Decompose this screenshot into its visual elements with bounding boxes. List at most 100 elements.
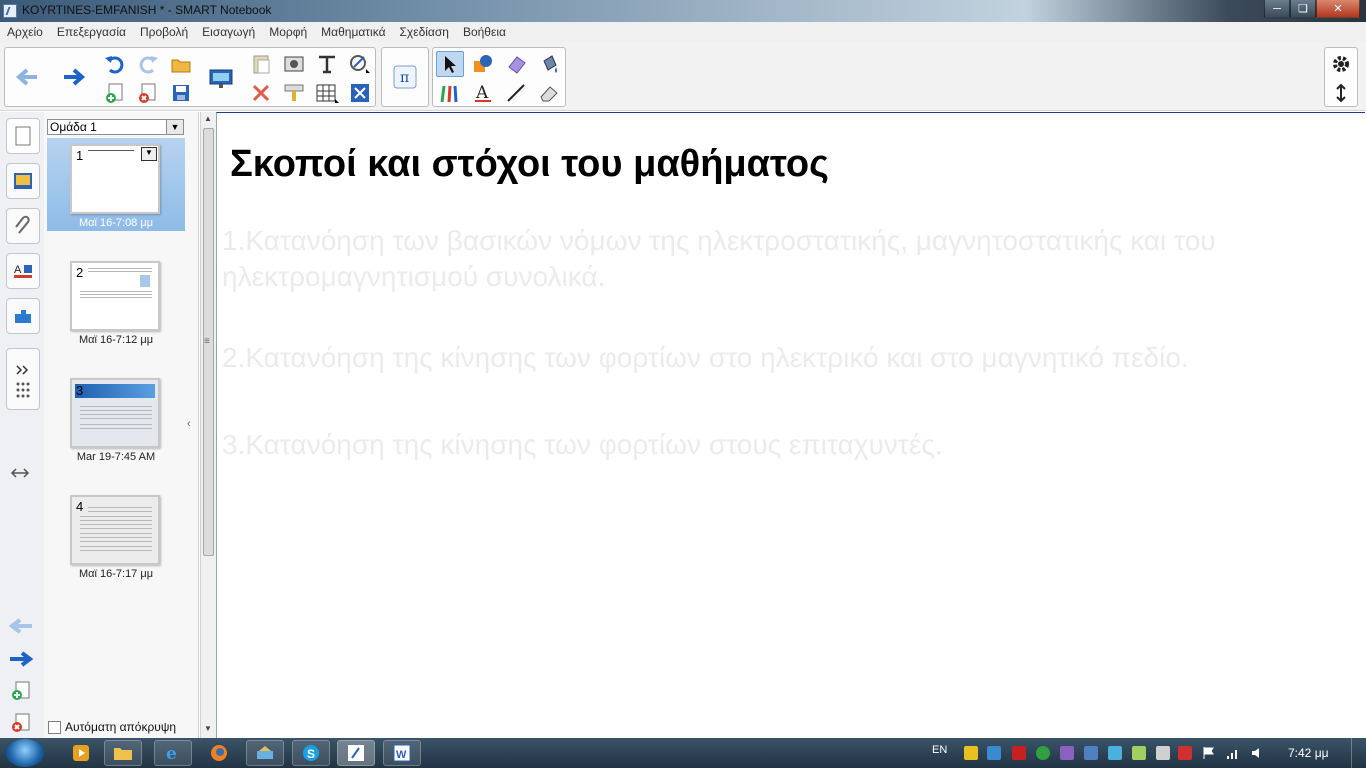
sorter-collapse-handle[interactable]: ‹ bbox=[187, 418, 191, 430]
toolbar-group-math: π bbox=[381, 47, 429, 107]
page-thumbnail[interactable]: 2 Μαϊ 16-7:12 μμ bbox=[47, 255, 185, 348]
page-thumbnail-image: 2 bbox=[70, 261, 160, 331]
firefox-icon[interactable] bbox=[200, 740, 238, 766]
properties-tab[interactable]: A bbox=[6, 253, 40, 289]
menu-format[interactable]: Μορφή bbox=[262, 25, 314, 39]
tray-app-icon[interactable] bbox=[1060, 746, 1074, 760]
slide-objective-1[interactable]: 1.Κατανόηση των βασικών νόμων της ηλεκτρ… bbox=[222, 223, 1352, 295]
toolbar-move-icon[interactable] bbox=[1327, 80, 1355, 106]
slide-canvas[interactable]: Σκοποί και στόχοι του μαθήματος 1.Κατανό… bbox=[216, 112, 1365, 739]
smart-notebook-icon[interactable] bbox=[337, 740, 375, 766]
menu-view[interactable]: Προβολή bbox=[133, 25, 195, 39]
page-thumbnail-image: 4 bbox=[70, 495, 160, 565]
paste-icon[interactable] bbox=[247, 51, 275, 77]
undo-icon[interactable] bbox=[101, 51, 129, 77]
magic-eraser-icon[interactable] bbox=[535, 80, 563, 106]
tray-monitor-icon[interactable] bbox=[1084, 746, 1098, 760]
delete-icon[interactable] bbox=[247, 80, 275, 106]
settings-gear-icon[interactable] bbox=[1327, 51, 1355, 77]
show-desktop-button[interactable] bbox=[1351, 738, 1366, 768]
text-a-icon[interactable]: A bbox=[469, 80, 497, 106]
dual-display-icon[interactable] bbox=[346, 80, 374, 106]
skype-icon[interactable]: S bbox=[292, 740, 330, 766]
tray-volume-icon[interactable] bbox=[1250, 746, 1264, 760]
delete-page-icon[interactable] bbox=[134, 80, 162, 106]
sidebar-add-page-icon[interactable] bbox=[10, 680, 32, 707]
internet-explorer-icon[interactable]: e bbox=[154, 740, 192, 766]
word-icon[interactable]: W bbox=[383, 740, 421, 766]
display-screen-icon[interactable] bbox=[207, 66, 235, 92]
page-sorter-tab[interactable] bbox=[6, 118, 40, 154]
tray-antivirus-icon[interactable] bbox=[1178, 746, 1192, 760]
tab-collapse-handle[interactable] bbox=[6, 348, 40, 410]
scroll-grip-icon: ≡ bbox=[204, 336, 210, 347]
shapes-icon[interactable] bbox=[469, 51, 497, 77]
tray-signal-icon[interactable] bbox=[1226, 746, 1240, 760]
sidebar-back-arrow-icon[interactable] bbox=[8, 616, 34, 641]
slide-objective-3[interactable]: 3.Κατανόηση της κίνησης των φορτίων στου… bbox=[222, 427, 1352, 463]
svg-text:e: e bbox=[166, 744, 177, 763]
maximize-button[interactable]: ❏ bbox=[1290, 0, 1316, 18]
thumbnail-menu-chevron-icon[interactable]: ▼ bbox=[141, 147, 157, 161]
screen-shade-icon[interactable] bbox=[280, 80, 308, 106]
clock[interactable]: 7:42 μμ bbox=[1288, 746, 1329, 760]
menu-math[interactable]: Μαθηματικά bbox=[314, 25, 392, 39]
new-page-icon[interactable] bbox=[101, 80, 129, 106]
math-pi-icon[interactable]: π bbox=[391, 64, 419, 90]
eraser-icon[interactable] bbox=[502, 51, 530, 77]
save-icon[interactable] bbox=[167, 80, 195, 106]
slide-objective-2[interactable]: 2.Κατανόηση της κίνησης των φορτίων στο … bbox=[222, 340, 1352, 376]
page-thumbnail[interactable]: 3 Mar 19-7:45 AM bbox=[47, 372, 185, 465]
menu-edit[interactable]: Επεξεργασία bbox=[50, 25, 133, 39]
pens-icon[interactable] bbox=[436, 80, 464, 106]
title-bar: KOYRTINES-EMFANISH * - SMART Notebook ─ … bbox=[0, 0, 1366, 22]
menu-draw[interactable]: Σχεδίαση bbox=[393, 25, 456, 39]
tray-flag-icon[interactable] bbox=[1202, 746, 1216, 760]
sorter-scrollbar[interactable]: ▲ ≡ ▼ bbox=[200, 112, 217, 738]
minimize-button[interactable]: ─ bbox=[1264, 0, 1290, 18]
autohide-checkbox-box[interactable] bbox=[48, 720, 61, 734]
menu-insert[interactable]: Εισαγωγή bbox=[195, 25, 262, 39]
tray-note-icon[interactable] bbox=[1132, 746, 1146, 760]
media-player-icon[interactable] bbox=[62, 740, 100, 766]
forward-arrow-icon[interactable] bbox=[60, 64, 88, 90]
tray-acrobat-icon[interactable] bbox=[1012, 746, 1026, 760]
tray-device-icon[interactable] bbox=[1156, 746, 1170, 760]
fill-icon[interactable] bbox=[535, 51, 563, 77]
line-icon[interactable] bbox=[502, 80, 530, 106]
language-indicator[interactable]: EN bbox=[932, 744, 947, 756]
chevron-down-icon[interactable]: ▼ bbox=[166, 120, 183, 134]
page-thumbnail[interactable]: 1 ▼ Μαϊ 16-7:08 μμ bbox=[47, 138, 185, 231]
sidebar-delete-page-icon[interactable] bbox=[10, 712, 32, 739]
network-icon[interactable] bbox=[246, 740, 284, 766]
attachments-tab[interactable] bbox=[6, 208, 40, 244]
handwriting-icon[interactable] bbox=[346, 51, 374, 77]
tray-shield-icon[interactable] bbox=[964, 746, 978, 760]
sidebar-forward-arrow-icon[interactable] bbox=[8, 649, 34, 674]
gallery-tab[interactable] bbox=[6, 163, 40, 199]
page-date: Μαϊ 16-7:12 μμ bbox=[78, 334, 154, 346]
explorer-icon[interactable] bbox=[104, 740, 142, 766]
windows-start-icon[interactable] bbox=[6, 739, 44, 767]
screen-capture-icon[interactable] bbox=[280, 51, 308, 77]
text-tool-icon[interactable] bbox=[313, 51, 341, 77]
open-folder-icon[interactable] bbox=[167, 51, 195, 77]
tray-sync-icon[interactable] bbox=[987, 746, 1001, 760]
table-icon[interactable] bbox=[313, 80, 341, 106]
group-dropdown[interactable]: Ομάδα 1 ▼ bbox=[47, 119, 184, 135]
close-button[interactable]: ✕ bbox=[1316, 0, 1360, 18]
autohide-checkbox[interactable]: Αυτόματη απόκρυψη bbox=[48, 720, 176, 734]
addons-tab[interactable] bbox=[6, 298, 40, 334]
menu-file[interactable]: Αρχείο bbox=[0, 25, 50, 39]
menu-help[interactable]: Βοήθεια bbox=[456, 25, 513, 39]
redo-icon[interactable] bbox=[134, 51, 162, 77]
tray-utorrent-icon[interactable] bbox=[1036, 746, 1050, 760]
back-arrow-icon[interactable] bbox=[13, 64, 41, 90]
slide-title[interactable]: Σκοποί και στόχοι του μαθήματος bbox=[230, 143, 829, 186]
scroll-up-icon[interactable]: ▲ bbox=[204, 114, 212, 123]
scroll-down-icon[interactable]: ▼ bbox=[204, 724, 212, 733]
select-arrow-icon[interactable] bbox=[436, 51, 464, 77]
tray-dropbox-icon[interactable] bbox=[1108, 746, 1122, 760]
resize-horizontal-icon[interactable] bbox=[10, 466, 30, 484]
page-thumbnail[interactable]: 4 Μαϊ 16-7:17 μμ bbox=[47, 489, 185, 582]
